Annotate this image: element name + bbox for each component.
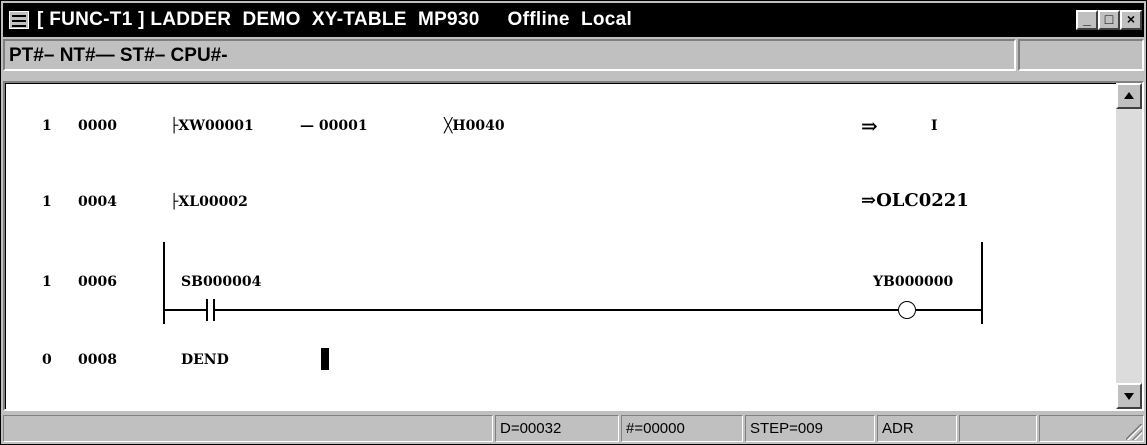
scroll-up-button[interactable] — [1116, 83, 1142, 109]
row-address: 0004 — [78, 194, 117, 210]
rung-wire — [215, 309, 898, 311]
contact-icon[interactable] — [206, 299, 208, 321]
minimize-button[interactable]: _ — [1076, 10, 1098, 30]
resize-grip-icon[interactable] — [1126, 424, 1142, 440]
ladder-editor-area[interactable]: 1 0000 ├XW00001 — 00001 ╳H0040 ⇒ I 1 000… — [3, 81, 1144, 411]
maximize-button[interactable]: □ — [1098, 10, 1120, 30]
program-info-text: PT#– NT#— ST#– CPU#- — [9, 45, 228, 66]
contact-label[interactable]: SB000004 — [181, 274, 261, 290]
instruction-operand[interactable]: I — [931, 118, 938, 134]
row-block: 1 — [42, 118, 52, 134]
instruction-operand[interactable]: ╳H0040 — [444, 118, 505, 134]
store-arrow[interactable]: ⇒ — [861, 114, 878, 138]
rung-wire — [916, 309, 981, 311]
coil-label[interactable]: YB000000 — [873, 274, 953, 290]
vertical-scrollbar[interactable] — [1116, 83, 1142, 409]
ladder-canvas[interactable]: 1 0000 ├XW00001 — 00001 ╳H0040 ⇒ I 1 000… — [5, 83, 1116, 409]
row-block: 0 — [42, 352, 52, 368]
text-cursor — [321, 348, 329, 370]
status-step: STEP=009 — [745, 415, 875, 442]
coil-icon[interactable] — [898, 301, 916, 319]
instruction-operand[interactable]: — 00001 — [300, 118, 368, 134]
store-operand[interactable]: ⇒OLC0221 — [861, 190, 969, 211]
status-message — [3, 415, 493, 442]
scroll-down-button[interactable] — [1116, 383, 1142, 409]
arrow-down-icon — [1124, 393, 1134, 400]
instruction-operand[interactable]: ├XW00001 — [170, 118, 254, 134]
row-block: 1 — [42, 194, 52, 210]
status-mode: ADR — [877, 415, 957, 442]
row-address: 0008 — [78, 352, 117, 368]
program-info-bar: PT#– NT#— ST#– CPU#- — [3, 39, 1016, 71]
title-bar[interactable]: [ FUNC-T1 ] LADDER DEMO XY-TABLE MP930 O… — [3, 3, 1144, 37]
row-address: 0006 — [78, 274, 117, 290]
status-d: D=00032 — [495, 415, 619, 442]
ladder-editor-window: [ FUNC-T1 ] LADDER DEMO XY-TABLE MP930 O… — [0, 0, 1147, 445]
arrow-up-icon — [1124, 92, 1134, 99]
row-block: 1 — [42, 274, 52, 290]
window-title: [ FUNC-T1 ] LADDER DEMO XY-TABLE MP930 O… — [37, 9, 633, 30]
right-power-rail — [981, 242, 983, 324]
info-box — [1018, 39, 1144, 71]
instruction-operand[interactable]: ├XL00002 — [170, 194, 248, 210]
row-address: 0000 — [78, 118, 117, 134]
status-bar: D=00032 #=00000 STEP=009 ADR — [3, 415, 1144, 442]
status-empty — [959, 415, 1037, 442]
close-button[interactable]: × — [1120, 10, 1142, 30]
status-hash: #=00000 — [621, 415, 743, 442]
instruction-operand[interactable]: DEND — [181, 352, 229, 368]
left-power-rail — [163, 242, 165, 324]
rung-wire — [164, 309, 206, 311]
system-menu-icon[interactable] — [9, 11, 29, 29]
